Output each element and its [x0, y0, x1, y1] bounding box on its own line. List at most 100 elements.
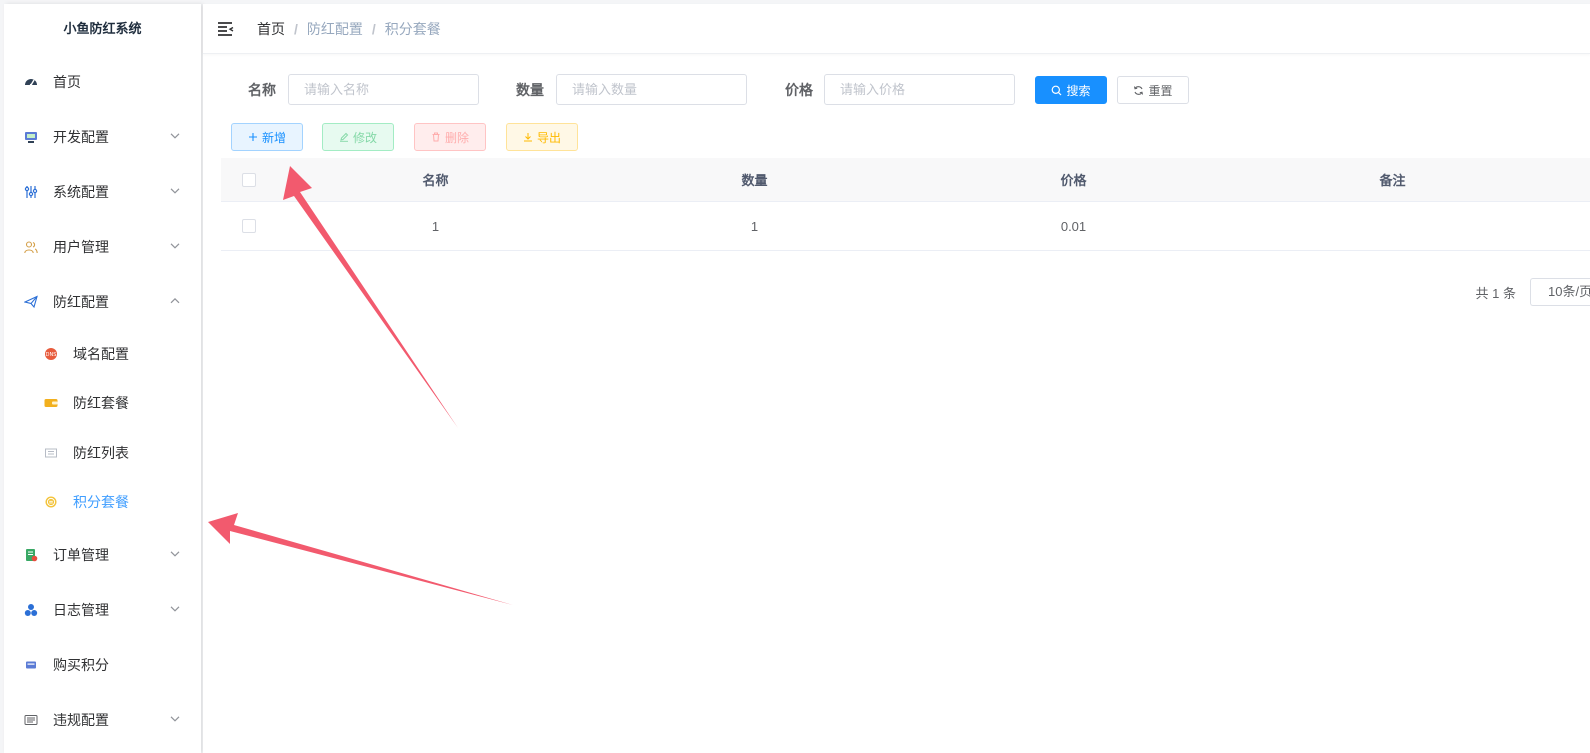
quantity-label: 数量: [516, 82, 544, 98]
name-search-input[interactable]: [288, 74, 479, 105]
sidebar-item-anti-red-config[interactable]: 防红配置: [4, 274, 201, 329]
edit-button-label: 修改: [352, 130, 377, 145]
search-button-label: 搜索: [1066, 83, 1091, 98]
sidebar-item-log-management[interactable]: 日志管理: [4, 582, 201, 637]
svg-text:DNS: DNS: [46, 352, 57, 358]
sidebar-item-violation-config[interactable]: 违规配置: [4, 692, 201, 747]
chevron-down-icon: [170, 187, 180, 194]
page-size-select[interactable]: 10条/页: [1530, 278, 1590, 306]
hamburger-icon[interactable]: [217, 21, 235, 37]
column-header-quantity: 数量: [741, 173, 768, 188]
plus-icon: [248, 132, 258, 142]
select-all-checkbox[interactable]: [241, 172, 256, 187]
breadcrumb-separator: /: [371, 20, 376, 37]
column-header-remark: 备注: [1379, 173, 1406, 188]
data-table: 名称 数量 价格 备注 1 1 0.01: [221, 158, 1590, 251]
sidebar-item-order-management[interactable]: 订单管理: [4, 527, 201, 582]
coin-icon: [44, 495, 58, 509]
sidebar-subitem-anti-red-package[interactable]: 防红套餐: [4, 379, 201, 429]
reset-button[interactable]: 重置: [1117, 76, 1189, 104]
cell-name: 1: [431, 218, 440, 234]
search-form: 名称 数量 价格 搜索 重置: [203, 74, 1590, 106]
trash-icon: [431, 132, 441, 142]
download-icon: [523, 132, 533, 142]
app-window: 小鱼防红系统 首页 开发配置 系统配置 用户管理 防红配置 DNS 域名配置 防…: [0, 0, 1590, 753]
list-icon: [24, 713, 38, 727]
cell-price: 0.01: [1060, 218, 1087, 234]
card-icon: [24, 658, 38, 672]
main-content: 首页 / 防红配置 / 积分套餐 名称 数量 价格 搜索 重置: [203, 4, 1590, 753]
breadcrumb-separator: /: [294, 20, 298, 37]
export-button[interactable]: 导出: [506, 123, 578, 151]
add-button[interactable]: 新增: [231, 123, 303, 151]
dns-icon: DNS: [44, 347, 58, 361]
row-checkbox[interactable]: [241, 219, 256, 233]
sidebar-subitem-anti-red-list[interactable]: 防红列表: [4, 428, 201, 478]
sidebar-item-label: 用户管理: [53, 238, 109, 255]
export-button-label: 导出: [536, 130, 561, 145]
column-header-price: 价格: [1060, 173, 1087, 188]
breadcrumb: 首页 / 防红配置 / 积分套餐: [257, 19, 441, 39]
sidebar-item-label: 订单管理: [53, 546, 109, 563]
sidebar-item-label: 防红配置: [53, 293, 109, 310]
log-icon: [24, 603, 38, 617]
pagination-total: 共 1 条: [1475, 285, 1516, 301]
dashboard-icon: [24, 75, 38, 89]
sidebar: 小鱼防红系统 首页 开发配置 系统配置 用户管理 防红配置 DNS 域名配置 防…: [4, 4, 201, 753]
delete-button-label: 删除: [444, 130, 469, 145]
select-all-cell: [221, 172, 276, 187]
sidebar-subitem-label: 积分套餐: [73, 494, 129, 511]
sidebar-item-user-management[interactable]: 用户管理: [4, 219, 201, 274]
refresh-icon: [1133, 85, 1144, 96]
name-label: 名称: [248, 82, 276, 98]
cell-quantity: 1: [750, 218, 759, 234]
sidebar-item-label: 系统配置: [53, 183, 109, 200]
app-title: 小鱼防红系统: [63, 21, 142, 36]
sidebar-subitem-domain-config[interactable]: DNS 域名配置: [4, 329, 201, 379]
wallet-icon: [44, 396, 58, 410]
sidebar-item-label: 购买积分: [53, 656, 109, 673]
sidebar-subitem-points-package[interactable]: 积分套餐: [4, 478, 201, 528]
sidebar-subitem-label: 防红列表: [73, 444, 129, 461]
sidebar-subitem-label: 防红套餐: [73, 395, 129, 412]
sidebar-item-buy-points[interactable]: 购买积分: [4, 637, 201, 692]
chevron-down-icon: [170, 242, 180, 249]
sidebar-item-dev-config[interactable]: 开发配置: [4, 109, 201, 164]
settings-sliders-icon: [24, 185, 38, 199]
chevron-down-icon: [170, 550, 180, 557]
order-icon: [24, 548, 38, 562]
list-box-icon: [44, 446, 58, 460]
sidebar-item-label: 首页: [53, 73, 81, 90]
price-label: 价格: [785, 82, 813, 98]
sidebar-subitem-label: 域名配置: [73, 345, 129, 362]
edit-button[interactable]: 修改: [322, 123, 394, 151]
table-row[interactable]: 1 1 0.01: [221, 202, 1590, 251]
pagination: 共 1 条 10条/页: [1476, 278, 1590, 306]
quantity-search-input[interactable]: [556, 74, 747, 105]
monitor-icon: [24, 130, 38, 144]
edit-icon: [339, 132, 349, 142]
sidebar-item-label: 开发配置: [53, 128, 109, 145]
add-button-label: 新增: [261, 130, 286, 145]
users-icon: [24, 240, 38, 254]
chevron-up-icon: [170, 297, 180, 303]
breadcrumb-home[interactable]: 首页: [257, 19, 285, 39]
navbar: 首页 / 防红配置 / 积分套餐: [203, 4, 1590, 54]
column-header-name: 名称: [422, 173, 449, 188]
chevron-down-icon: [170, 605, 180, 612]
sidebar-item-label: 违规配置: [53, 711, 109, 728]
sidebar-item-system-config[interactable]: 系统配置: [4, 164, 201, 219]
paper-plane-icon: [24, 295, 38, 309]
action-toolbar: 新增 修改 删除 导出: [203, 123, 1590, 151]
delete-button[interactable]: 删除: [414, 123, 486, 151]
chevron-down-icon: [170, 715, 180, 722]
price-search-input[interactable]: [824, 74, 1015, 105]
search-button[interactable]: 搜索: [1035, 76, 1107, 104]
sidebar-item-label: 日志管理: [53, 601, 109, 618]
table-header: 名称 数量 价格 备注: [221, 158, 1590, 202]
row-select-cell: [221, 219, 276, 233]
reset-button-label: 重置: [1148, 83, 1173, 98]
breadcrumb-anti-red-config: 防红配置: [306, 20, 363, 37]
search-icon: [1051, 85, 1062, 96]
sidebar-item-home[interactable]: 首页: [4, 54, 201, 109]
